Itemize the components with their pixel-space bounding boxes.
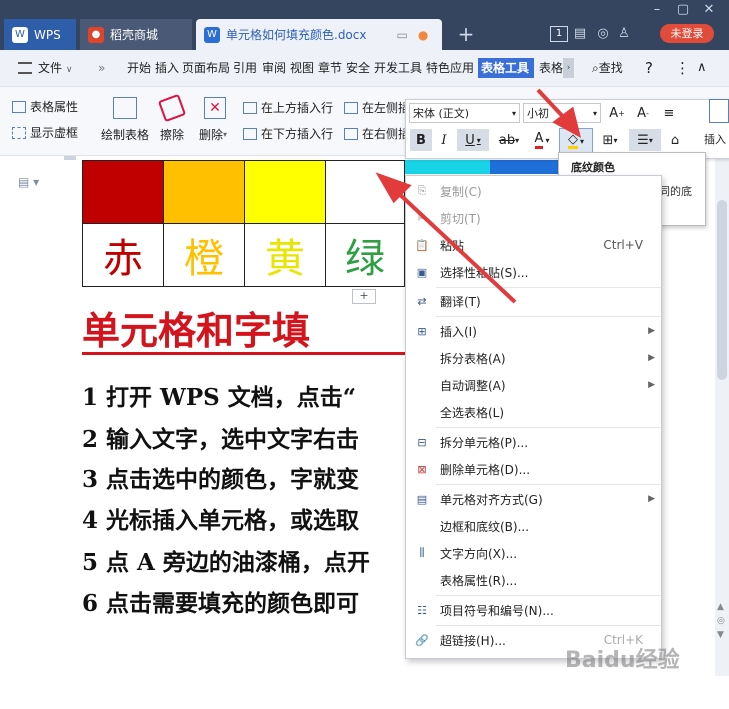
baidu-watermark: Baidu经验: [565, 648, 680, 673]
arrow-to-cell: [375, 172, 517, 304]
arrow-to-shading: [536, 88, 582, 138]
annotation-arrows: [375, 88, 582, 304]
arrow-line-cell: [393, 188, 517, 304]
